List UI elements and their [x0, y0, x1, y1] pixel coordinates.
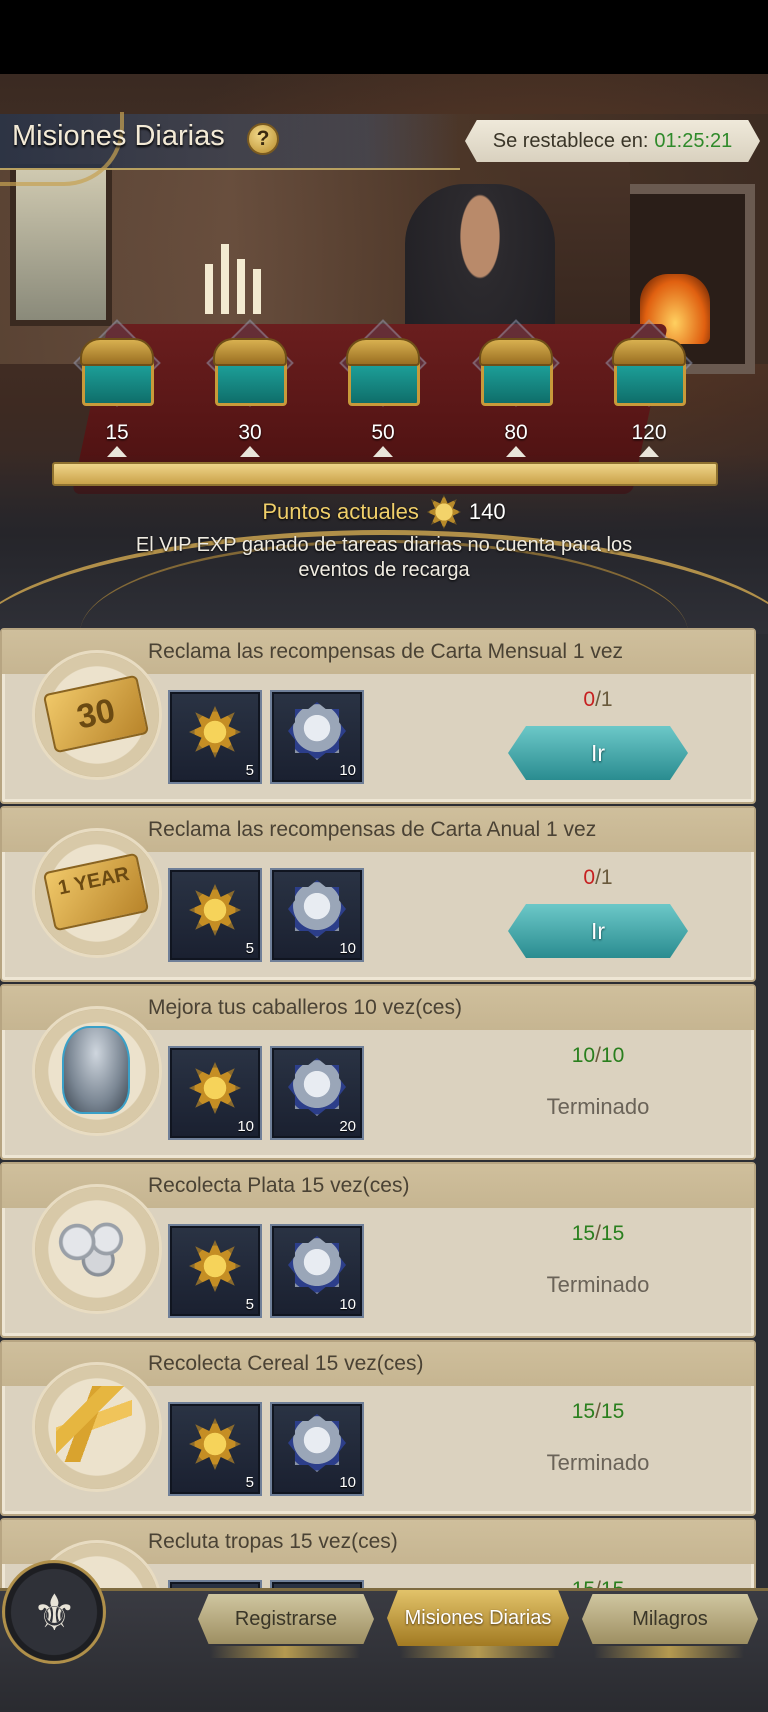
task-card: Mejora tus caballeros 10 vez(ces) 10 20 … — [0, 984, 756, 1160]
task-name: Recluta tropas 15 vez(ces) — [148, 1530, 398, 1553]
task-status: Terminado — [546, 1450, 650, 1475]
milestone-label: 120 — [631, 421, 667, 444]
tab-misiones-diarias[interactable]: Misiones Diarias — [387, 1590, 569, 1646]
tab-registrarse[interactable]: Registrarse — [198, 1594, 374, 1644]
annual-card-icon: 1 YEAR — [42, 852, 150, 932]
reset-timer: Se restablece en: 01:25:21 — [465, 120, 760, 162]
milestone-marker-icon — [506, 446, 526, 457]
knight-icon — [54, 1026, 134, 1114]
milestone-label: 50 — [371, 421, 395, 444]
page-title: Misiones Diarias — [12, 120, 225, 152]
task-name: Recolecta Plata 15 vez(ces) — [148, 1174, 410, 1197]
task-status: Terminado — [546, 1094, 650, 1119]
reward-star-medal-icon[interactable]: 5 — [168, 1402, 262, 1496]
task-name: Recolecta Cereal 15 vez(ces) — [148, 1352, 424, 1375]
task-progress: 10/10 — [571, 1044, 625, 1067]
reward-vip-crown-icon[interactable]: 10 — [270, 868, 364, 962]
task-progress: 15/15 — [571, 1222, 625, 1245]
monthly-card-icon: 30 — [42, 674, 150, 754]
reward-star-medal-icon[interactable]: 5 — [168, 1224, 262, 1318]
tab-milagros[interactable]: Milagros — [582, 1594, 758, 1644]
wheat-icon — [54, 1386, 134, 1462]
milestone-label: 30 — [238, 421, 262, 444]
points-label: Puntos actuales — [262, 499, 419, 524]
reward-star-medal-icon[interactable]: 5 — [168, 868, 262, 962]
fleur-de-lis-icon[interactable]: ⚜ — [2, 1560, 106, 1664]
points-progress-bar — [52, 462, 718, 486]
milestone-chest-120[interactable] — [604, 319, 693, 407]
task-progress: 0/1 — [583, 866, 613, 889]
reward-vip-crown-icon[interactable]: 10 — [270, 1402, 364, 1496]
reset-label: Se restablece en: — [492, 129, 649, 152]
reward-vip-crown-icon[interactable]: 10 — [270, 1224, 364, 1318]
milestone-label: 80 — [504, 421, 528, 444]
candelabra-icon — [205, 214, 265, 314]
help-icon[interactable]: ? — [247, 123, 279, 155]
task-card: Recolecta Plata 15 vez(ces) 5 10 15/15 T… — [0, 1162, 756, 1338]
milestone-chest-30[interactable] — [205, 319, 294, 407]
milestone-marker-icon — [107, 446, 127, 457]
milestone-chest-80[interactable] — [471, 319, 560, 407]
go-button[interactable]: Ir — [508, 904, 688, 958]
current-points: Puntos actuales 140 — [0, 494, 768, 530]
reward-star-medal-icon[interactable]: 10 — [168, 1046, 262, 1140]
task-card: Reclama las recompensas de Carta Mensual… — [0, 628, 756, 804]
vip-note: El VIP EXP ganado de tareas diarias no c… — [135, 534, 633, 581]
points-value: 140 — [468, 499, 506, 524]
task-card: Reclama las recompensas de Carta Anual 1… — [0, 806, 756, 982]
task-status: Terminado — [546, 1272, 650, 1297]
milestone-label: 15 — [105, 421, 129, 444]
status-bar — [0, 0, 768, 74]
task-name: Reclama las recompensas de Carta Mensual… — [148, 640, 624, 663]
reward-vip-crown-icon[interactable]: 10 — [270, 690, 364, 784]
go-button[interactable]: Ir — [508, 726, 688, 780]
milestone-chest-50[interactable] — [338, 319, 427, 407]
silver-coins-icon — [52, 1208, 136, 1284]
reward-star-medal-icon[interactable]: 5 — [168, 690, 262, 784]
star-medal-icon — [426, 495, 461, 529]
milestone-marker-icon — [639, 446, 659, 457]
task-list[interactable]: Reclama las recompensas de Carta Mensual… — [0, 626, 768, 1712]
milestone-marker-icon — [373, 446, 393, 457]
milestone-chest-15[interactable] — [72, 319, 161, 407]
reset-time: 01:25:21 — [654, 129, 733, 152]
window-art — [10, 164, 112, 326]
task-name: Reclama las recompensas de Carta Anual 1… — [148, 818, 597, 841]
reward-vip-crown-icon[interactable]: 20 — [270, 1046, 364, 1140]
milestone-marker-icon — [240, 446, 260, 457]
task-progress: 0/1 — [583, 688, 613, 711]
task-name: Mejora tus caballeros 10 vez(ces) — [148, 996, 462, 1019]
task-progress: 15/15 — [571, 1400, 625, 1423]
task-card: Recolecta Cereal 15 vez(ces) 5 10 15/15 … — [0, 1340, 756, 1516]
